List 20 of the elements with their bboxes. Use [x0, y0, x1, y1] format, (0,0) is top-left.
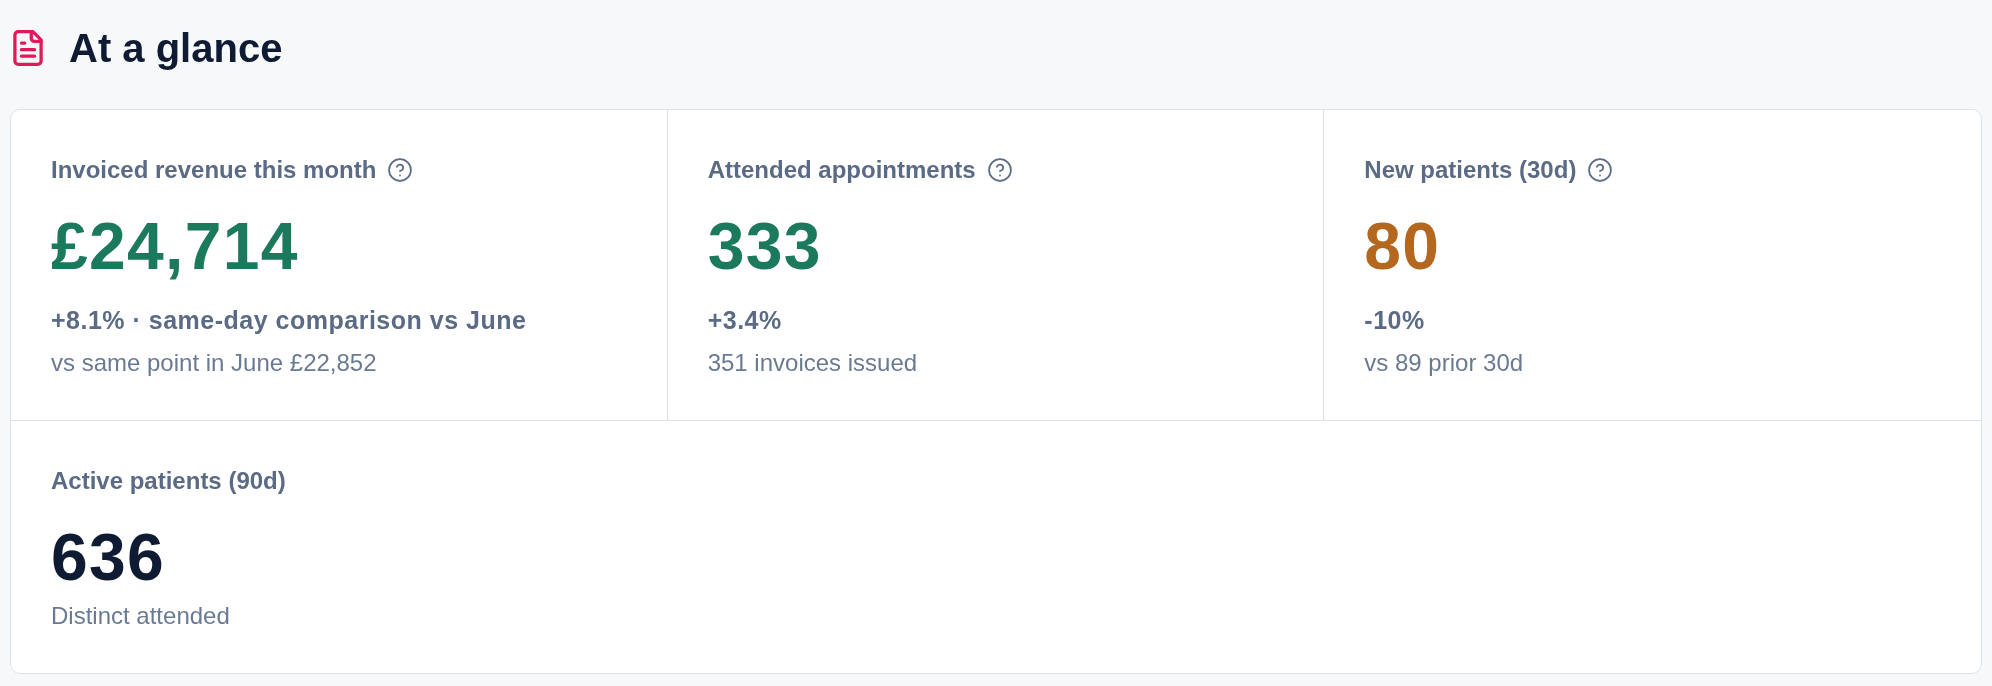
metric-note: Distinct attended	[51, 602, 230, 630]
metric-value: 636	[51, 524, 166, 590]
metric-label: Active patients (90d)	[51, 467, 286, 495]
metric-value: 80	[1364, 213, 1441, 279]
metric-note: 351 invoices issued	[707, 349, 918, 377]
section-title: At a glance	[69, 26, 283, 70]
metric-label: New patients (30d)	[1364, 156, 1577, 184]
document-icon	[13, 30, 43, 66]
metric-label: Invoiced revenue this month	[51, 156, 377, 184]
metric-label: Attended appointments	[707, 156, 976, 184]
metric-value: £24,714	[51, 213, 299, 279]
help-icon[interactable]	[388, 158, 413, 182]
metric-note: vs same point in June £22,852	[51, 349, 377, 377]
metric-note: vs 89 prior 30d	[1364, 349, 1524, 377]
help-icon[interactable]	[987, 158, 1012, 182]
metric-change: -10%	[1364, 305, 1425, 335]
help-icon[interactable]	[1588, 158, 1613, 182]
metric-change: +8.1% · same-day comparison vs June	[51, 305, 527, 335]
metric-value: 333	[707, 213, 822, 279]
metric-change: +3.4%	[707, 305, 782, 335]
